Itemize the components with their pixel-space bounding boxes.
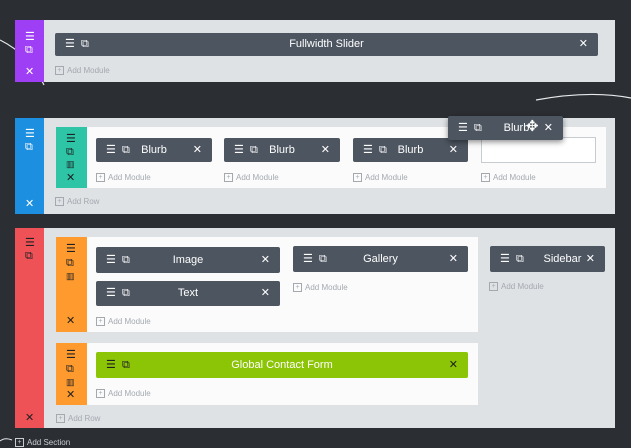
hamburger-icon[interactable]: ☰ <box>25 31 35 43</box>
close-icon[interactable]: ✕ <box>544 116 553 140</box>
close-icon[interactable]: ✕ <box>25 66 34 78</box>
hamburger-icon[interactable]: ☰ <box>25 237 35 249</box>
duplicate-icon[interactable]: ⧉ <box>25 44 33 56</box>
add-row-link[interactable]: + Add Row <box>55 197 99 207</box>
add-module-link[interactable]: + Add Module <box>224 173 279 183</box>
drop-placeholder[interactable] <box>481 137 596 163</box>
module-label: Text <box>177 287 199 299</box>
duplicate-icon[interactable]: ⧉ <box>66 257 74 269</box>
duplicate-icon[interactable]: ⧉ <box>66 146 74 158</box>
add-module-link[interactable]: + Add Module <box>96 317 151 327</box>
plus-icon: + <box>224 173 233 183</box>
plus-icon: + <box>489 282 498 292</box>
hamburger-icon[interactable]: ☰ <box>500 246 510 272</box>
plus-icon: + <box>15 438 24 448</box>
close-icon[interactable]: ✕ <box>66 315 75 327</box>
close-icon[interactable]: ✕ <box>449 138 458 162</box>
plus-icon: + <box>96 389 105 399</box>
close-icon[interactable]: ✕ <box>321 138 330 162</box>
close-icon[interactable]: ✕ <box>586 246 595 272</box>
close-icon[interactable]: ✕ <box>25 412 34 424</box>
plus-icon: + <box>481 173 490 183</box>
add-module-link[interactable]: + Add Module <box>489 282 544 292</box>
plus-icon: + <box>293 283 302 293</box>
hamburger-icon[interactable]: ☰ <box>66 349 76 361</box>
plus-icon: + <box>96 173 105 183</box>
columns-icon[interactable]: ▥ <box>66 376 75 388</box>
module-blurb[interactable]: ☰ ⧉ Blurb ✕ <box>96 138 212 162</box>
duplicate-icon[interactable]: ⧉ <box>25 250 33 262</box>
module-label: Gallery <box>363 253 398 265</box>
duplicate-icon[interactable]: ⧉ <box>25 141 33 153</box>
module-blurb[interactable]: ☰ ⧉ Blurb ✕ <box>224 138 340 162</box>
plus-icon: + <box>56 414 65 424</box>
columns-icon[interactable]: ▥ <box>66 270 75 282</box>
plus-icon: + <box>55 66 64 76</box>
add-module-link[interactable]: + Add Module <box>293 283 348 293</box>
hamburger-icon[interactable]: ☰ <box>458 116 468 140</box>
section-bar[interactable]: ☰ ⧉ ✕ <box>15 228 44 428</box>
add-module-link[interactable]: + Add Module <box>55 66 110 76</box>
columns-icon[interactable]: ▥ <box>66 158 75 170</box>
add-row-link[interactable]: + Add Row <box>56 414 100 424</box>
module-blurb-dragging[interactable]: ☰ ⧉ Blurb ✕ <box>448 116 563 140</box>
add-module-link[interactable]: + Add Module <box>96 173 151 183</box>
module-text[interactable]: ☰ ⧉ Text ✕ <box>96 281 280 306</box>
duplicate-icon[interactable]: ⧉ <box>66 363 74 375</box>
hamburger-icon[interactable]: ☰ <box>25 128 35 140</box>
close-icon[interactable]: ✕ <box>579 33 588 55</box>
module-label: Fullwidth Slider <box>289 38 364 50</box>
module-label: Global Contact Form <box>231 359 333 371</box>
close-icon[interactable]: ✕ <box>449 246 458 272</box>
close-icon[interactable]: ✕ <box>449 352 458 378</box>
plus-icon: + <box>353 173 362 183</box>
close-icon[interactable]: ✕ <box>193 138 202 162</box>
hamburger-icon[interactable]: ☰ <box>66 133 76 145</box>
section-bar[interactable]: ☰ ⧉ ✕ <box>15 20 44 82</box>
add-module-link[interactable]: + Add Module <box>96 389 151 399</box>
add-module-link[interactable]: + Add Module <box>353 173 408 183</box>
hamburger-icon[interactable]: ☰ <box>66 243 76 255</box>
module-global-contact-form[interactable]: ☰ ⧉ Global Contact Form ✕ <box>96 352 468 378</box>
module-label: Image <box>172 254 204 266</box>
close-icon[interactable]: ✕ <box>66 389 75 401</box>
module-blurb[interactable]: ☰ ⧉ Blurb ✕ <box>353 138 468 162</box>
row-bar[interactable]: ☰ ⧉ ▥ ✕ <box>56 127 87 188</box>
section-bar[interactable]: ☰ ⧉ ✕ <box>15 118 44 214</box>
row-bar[interactable]: ☰ ⧉ ▥ ✕ <box>56 237 87 332</box>
module-image[interactable]: ☰ ⧉ Image ✕ <box>96 247 280 273</box>
close-icon[interactable]: ✕ <box>261 247 270 273</box>
close-icon[interactable]: ✕ <box>261 281 270 306</box>
plus-icon: + <box>96 317 105 327</box>
close-icon[interactable]: ✕ <box>25 198 34 210</box>
close-icon[interactable]: ✕ <box>66 172 75 184</box>
row-bar[interactable]: ☰ ⧉ ▥ ✕ <box>56 343 87 405</box>
add-module-link[interactable]: + Add Module <box>481 173 536 183</box>
module-fullwidth-slider[interactable]: ☰ ⧉ Fullwidth Slider ✕ <box>55 33 598 56</box>
module-gallery[interactable]: ☰ ⧉ Gallery ✕ <box>293 246 468 272</box>
move-icon: ✥ <box>526 118 539 135</box>
plus-icon: + <box>55 197 64 207</box>
module-sidebar[interactable]: ☰ ⧉ Sidebar ✕ <box>490 246 605 272</box>
